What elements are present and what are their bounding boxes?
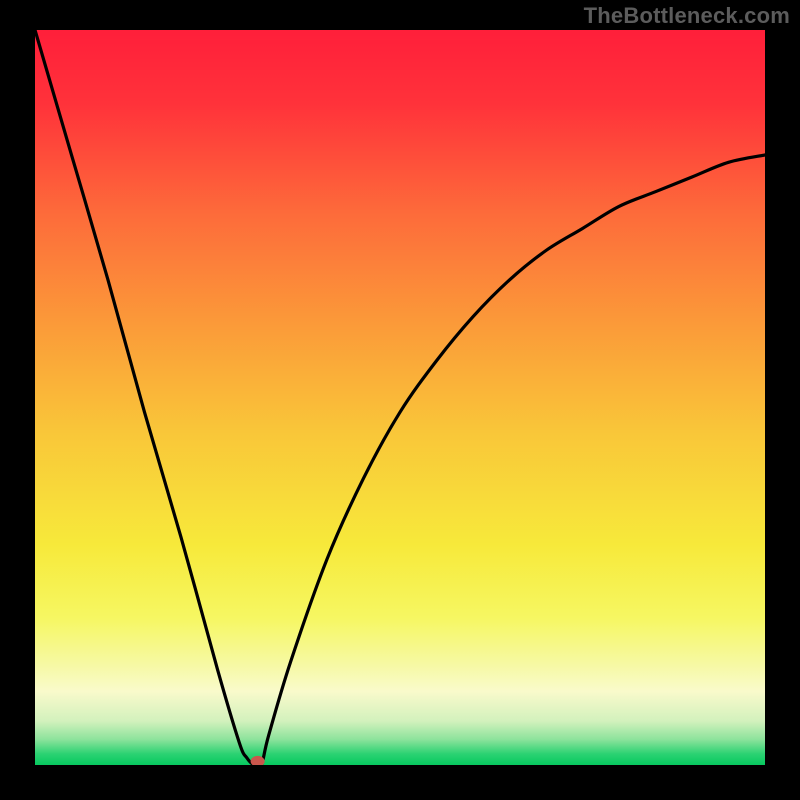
plot-area <box>35 30 765 765</box>
chart-frame: TheBottleneck.com <box>0 0 800 800</box>
gradient-background <box>35 30 765 765</box>
watermark-text: TheBottleneck.com <box>584 3 790 29</box>
